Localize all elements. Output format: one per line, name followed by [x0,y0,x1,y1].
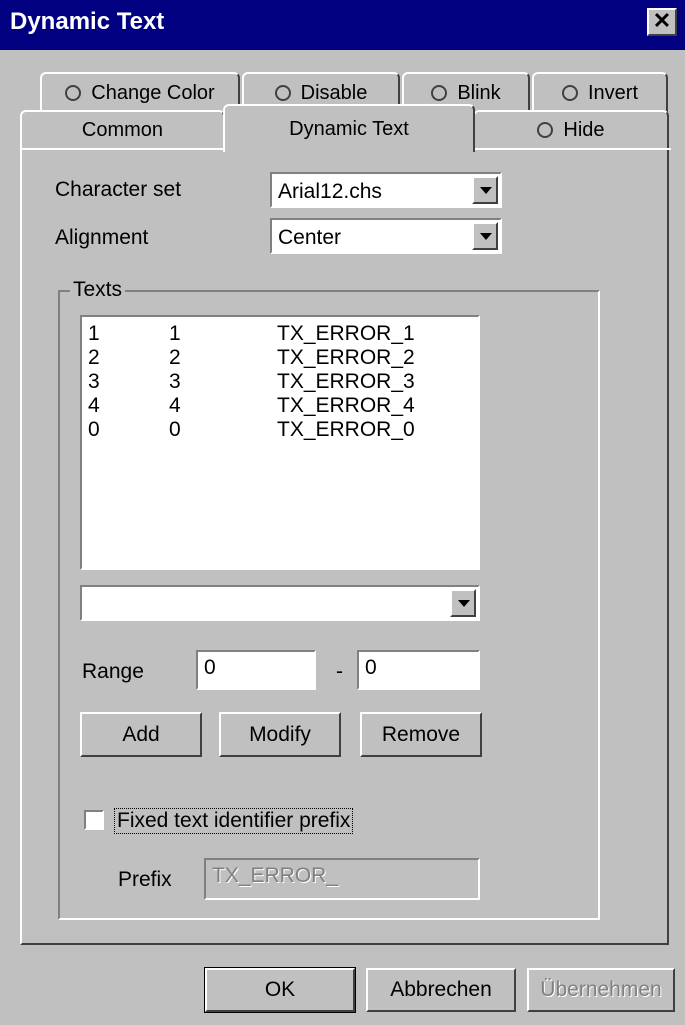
tab-change-color[interactable]: Change Color [40,72,240,112]
list-item-from: 1 [88,322,100,345]
tab-hide[interactable]: Hide [473,110,669,150]
list-item-to: 4 [169,394,181,417]
list-item-to: 1 [169,322,181,345]
title-bar: Dynamic Text ✕ [0,0,685,50]
close-button[interactable]: ✕ [647,8,677,36]
tab-label: Blink [457,81,501,104]
chevron-down-icon[interactable] [450,589,476,617]
radio-icon [65,85,82,101]
tab-label: Invert [587,81,639,104]
tab-label: Change Color [91,81,215,104]
chevron-down-icon[interactable] [472,222,498,250]
list-item-from: 0 [88,418,100,441]
prefix-input: TX_ERROR_ [204,858,480,900]
tab-common[interactable]: Common [20,110,225,150]
list-item-to: 2 [169,346,181,369]
add-button[interactable]: Add [80,712,202,757]
tab-label: Dynamic Text [289,117,409,140]
text-select[interactable] [80,585,480,621]
list-item-id: TX_ERROR_4 [277,394,415,417]
list-item-id: TX_ERROR_0 [277,418,415,441]
radio-icon [274,85,291,101]
tab-dynamic-text[interactable]: Dynamic Text [223,104,475,152]
chevron-down-icon[interactable] [472,176,498,204]
fixed-prefix-checkbox[interactable] [84,810,104,830]
texts-group-label: Texts [70,278,126,302]
apply-button[interactable]: Übernehmen [527,968,675,1012]
tab-label: Hide [563,118,605,141]
range-separator: - [336,660,343,683]
charset-label: Character set [55,178,182,201]
radio-icon [431,85,448,101]
list-item-id: TX_ERROR_2 [277,346,415,369]
list-item-to: 0 [169,418,181,441]
range-from-input[interactable]: 0 [196,650,316,690]
tab-invert[interactable]: Invert [532,72,668,112]
modify-button[interactable]: Modify [219,712,341,757]
radio-icon [561,85,578,101]
list-item-from: 3 [88,370,100,393]
ok-button[interactable]: OK [204,967,356,1013]
charset-value: Arial12.chs [278,180,382,203]
prefix-label: Prefix [118,868,172,891]
alignment-value: Center [278,226,342,249]
alignment-select[interactable]: Center [270,218,502,254]
tab-label: Disable [300,81,368,104]
radio-icon [537,122,554,138]
charset-select[interactable]: Arial12.chs [270,172,502,208]
fixed-prefix-label[interactable]: Fixed text identifier prefix [114,808,354,834]
list-item-from: 4 [88,394,100,417]
list-item-to: 3 [169,370,181,393]
list-item-from: 2 [88,346,100,369]
alignment-label: Alignment [55,226,149,249]
tab-label: Common [81,118,164,141]
window-title: Dynamic Text [10,8,165,35]
texts-list[interactable]: 1 1 TX_ERROR_1 2 2 TX_ERROR_2 3 3 TX_ERR… [80,315,480,570]
list-item-id: TX_ERROR_3 [277,370,415,393]
list-item-id: TX_ERROR_1 [277,322,415,345]
close-icon: ✕ [652,8,672,33]
range-to-input[interactable]: 0 [357,650,480,690]
range-label: Range [82,660,144,683]
remove-button[interactable]: Remove [360,712,482,757]
cancel-button[interactable]: Abbrechen [366,968,516,1012]
